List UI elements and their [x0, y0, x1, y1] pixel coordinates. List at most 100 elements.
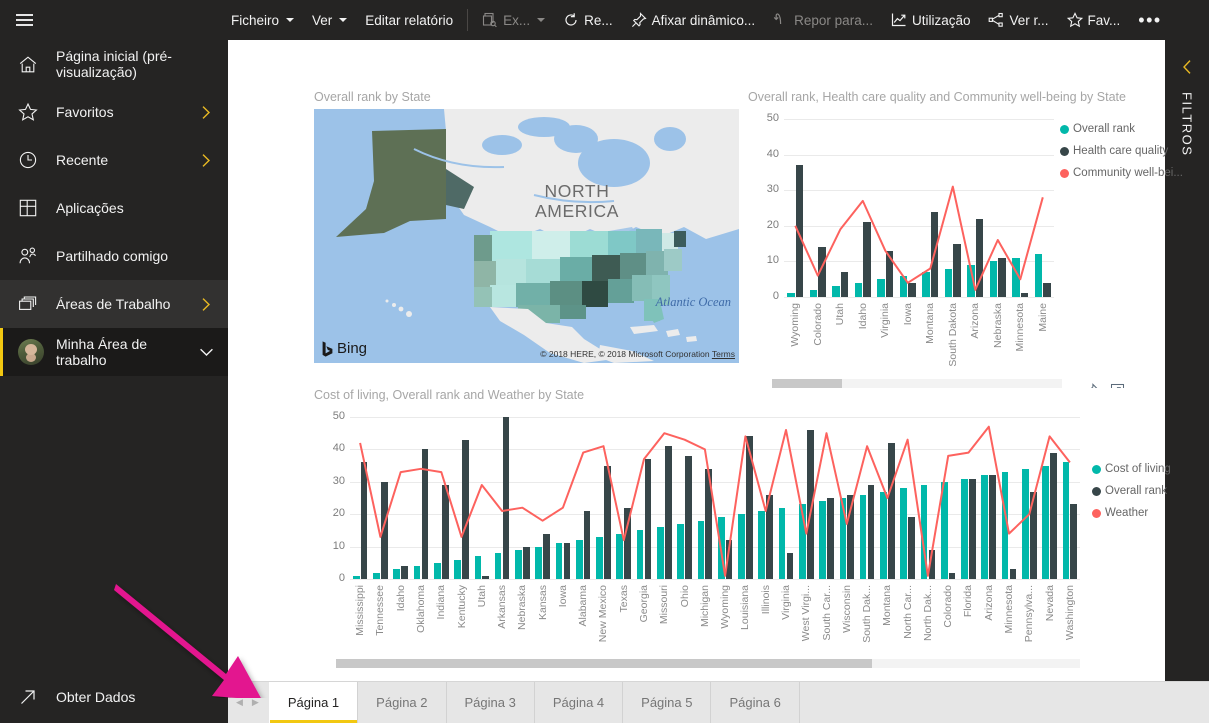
bar-overall-rank[interactable]	[360, 462, 368, 579]
bar-overall-rank[interactable]	[989, 475, 997, 579]
bar-cost-of-living[interactable]	[859, 494, 867, 579]
toolbar-item-exportar[interactable]: Ex...	[473, 0, 554, 40]
bar-overall-rank[interactable]	[1009, 569, 1017, 579]
bing-logo[interactable]: Bing	[322, 340, 367, 357]
map-terms-link[interactable]: Terms	[712, 349, 735, 359]
bar-cost-of-living[interactable]	[596, 536, 603, 579]
toolbar-item-repor-para[interactable]: Repor para...	[764, 0, 882, 40]
bar-overall-rank[interactable]	[725, 540, 733, 579]
toolbar-item-editar-relatorio[interactable]: Editar relatório	[356, 0, 462, 40]
bar-cost-of-living[interactable]	[758, 510, 766, 579]
toolbar-overflow-button[interactable]: •••	[1129, 0, 1170, 40]
bar-overall-rank[interactable]	[441, 485, 449, 579]
bar-overall-rank[interactable]	[583, 510, 591, 579]
bar-overall-rank[interactable]	[786, 553, 794, 579]
bar-cost-of-living[interactable]	[454, 559, 461, 579]
bar-overall-rank[interactable]	[664, 446, 672, 579]
visual-chart-overall-rank-healthcare-community[interactable]: Overall rank, Health care quality and Co…	[748, 90, 1183, 425]
bar-cost-of-living[interactable]	[413, 566, 421, 579]
bar-overall-rank[interactable]	[787, 293, 795, 297]
bar-cost-of-living[interactable]	[515, 549, 522, 579]
bar-overall-rank[interactable]	[482, 575, 490, 579]
bar-cost-of-living[interactable]	[798, 504, 806, 579]
bar-overall-rank[interactable]	[969, 478, 976, 579]
bar-health-care-quality[interactable]	[818, 247, 826, 297]
bar-overall-rank[interactable]	[705, 468, 713, 579]
bar-overall-rank[interactable]	[809, 289, 818, 297]
bar-cost-of-living[interactable]	[778, 507, 786, 579]
bar-overall-rank[interactable]	[1029, 491, 1037, 579]
bar-cost-of-living[interactable]	[555, 543, 563, 579]
chart-horizontal-scrollbar[interactable]	[336, 659, 1080, 668]
bar-cost-of-living[interactable]	[474, 556, 482, 579]
bar-cost-of-living[interactable]	[677, 523, 684, 579]
bar-overall-rank[interactable]	[462, 439, 469, 579]
bar-overall-rank[interactable]	[948, 572, 956, 579]
bar-cost-of-living[interactable]	[636, 530, 644, 579]
bar-cost-of-living[interactable]	[1022, 468, 1029, 579]
bar-health-care-quality[interactable]	[1020, 293, 1029, 297]
page-next-button[interactable]: ▶	[252, 697, 259, 708]
chart-horizontal-scrollbar[interactable]	[772, 379, 1062, 388]
bar-cost-of-living[interactable]	[1062, 462, 1070, 579]
page-tab-3[interactable]: Página 3	[445, 682, 534, 723]
bar-overall-rank[interactable]	[847, 494, 855, 579]
bar-cost-of-living[interactable]	[393, 569, 401, 579]
bar-cost-of-living[interactable]	[981, 475, 989, 579]
bar-overall-rank[interactable]	[563, 543, 571, 579]
bar-overall-rank[interactable]	[644, 459, 652, 579]
legend-item[interactable]: Overall rank	[1060, 123, 1183, 135]
bar-overall-rank[interactable]	[944, 268, 953, 297]
bar-overall-rank[interactable]	[1012, 257, 1020, 297]
sidebar-item-favoritos[interactable]: Favoritos	[0, 88, 228, 136]
bar-overall-rank[interactable]	[1034, 254, 1043, 297]
bar-health-care-quality[interactable]	[930, 211, 939, 297]
bar-cost-of-living[interactable]	[940, 481, 948, 579]
sidebar-item-recente[interactable]: Recente	[0, 136, 228, 184]
bar-cost-of-living[interactable]	[900, 488, 908, 579]
bar-health-care-quality[interactable]	[975, 218, 984, 297]
bar-overall-rank[interactable]	[401, 566, 408, 579]
bar-overall-rank[interactable]	[522, 546, 530, 579]
page-tab-2[interactable]: Página 2	[357, 682, 445, 723]
bar-cost-of-living[interactable]	[616, 533, 624, 579]
bar-overall-rank[interactable]	[967, 264, 975, 297]
sidebar-item-aplicacoes[interactable]: Aplicações	[0, 184, 228, 232]
hamburger-icon[interactable]	[0, 0, 48, 40]
bar-overall-rank[interactable]	[746, 436, 753, 579]
bar-cost-of-living[interactable]	[839, 498, 847, 579]
bar-cost-of-living[interactable]	[697, 520, 705, 579]
toolbar-item-ficheiro[interactable]: Ficheiro	[222, 0, 303, 40]
bar-cost-of-living[interactable]	[1001, 472, 1009, 579]
bar-cost-of-living[interactable]	[920, 485, 928, 579]
bar-overall-rank[interactable]	[899, 275, 908, 297]
bar-health-care-quality[interactable]	[885, 250, 894, 297]
bar-overall-rank[interactable]	[877, 279, 885, 297]
bar-overall-rank[interactable]	[867, 485, 875, 579]
sidebar-item-minha-area-de-trabalho[interactable]: Minha Área de trabalho	[0, 328, 228, 376]
bar-overall-rank[interactable]	[624, 507, 632, 579]
toolbar-item-ver[interactable]: Ver	[303, 0, 356, 40]
bar-overall-rank[interactable]	[685, 455, 692, 579]
page-tab-4[interactable]: Página 4	[533, 682, 622, 723]
bar-overall-rank[interactable]	[502, 417, 510, 579]
page-tab-6[interactable]: Página 6	[710, 682, 798, 723]
bar-cost-of-living[interactable]	[738, 514, 745, 579]
chevron-left-icon[interactable]	[1176, 56, 1198, 78]
legend-item[interactable]: Overall rank	[1092, 485, 1171, 497]
page-tab-5[interactable]: Página 5	[622, 682, 710, 723]
bar-overall-rank[interactable]	[806, 429, 814, 579]
bar-health-care-quality[interactable]	[795, 165, 804, 297]
sidebar-item-partilhado-comigo[interactable]: Partilhado comigo	[0, 232, 228, 280]
legend-item[interactable]: Cost of living	[1092, 463, 1171, 475]
bar-overall-rank[interactable]	[827, 498, 834, 579]
bar-overall-rank[interactable]	[922, 272, 930, 297]
bar-cost-of-living[interactable]	[494, 553, 502, 579]
visual-map-overall-rank[interactable]: Overall rank by State NORTH AMERICA Atla…	[314, 90, 744, 380]
bar-overall-rank[interactable]	[832, 286, 840, 297]
bar-health-care-quality[interactable]	[840, 272, 849, 297]
bar-cost-of-living[interactable]	[819, 501, 826, 579]
bar-overall-rank[interactable]	[989, 261, 998, 297]
bar-health-care-quality[interactable]	[863, 222, 871, 297]
bar-cost-of-living[interactable]	[717, 517, 725, 579]
